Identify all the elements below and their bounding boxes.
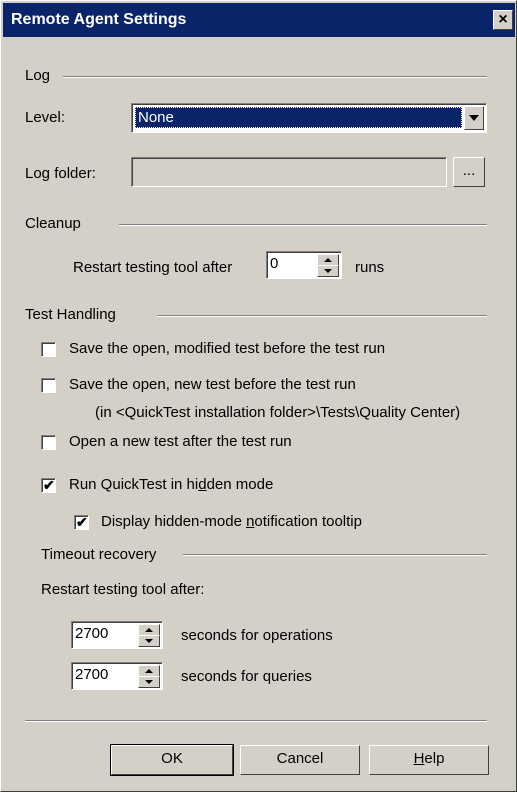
check-icon: ✔ xyxy=(43,477,55,493)
close-icon: × xyxy=(498,11,508,28)
notification-tooltip-checkbox[interactable]: ✔ xyxy=(74,514,89,530)
ok-button[interactable]: OK xyxy=(110,744,234,776)
close-button[interactable]: × xyxy=(493,10,513,30)
level-select[interactable]: None xyxy=(131,103,487,133)
level-select-value: None xyxy=(135,107,462,128)
queries-down-button[interactable] xyxy=(138,676,160,688)
spin-up-icon xyxy=(324,258,332,262)
log-folder-label: Log folder: xyxy=(25,165,96,182)
open-new-test-checkbox[interactable] xyxy=(41,435,56,450)
open-new-test-label: Open a new test after the test run xyxy=(69,433,292,450)
operations-down-button[interactable] xyxy=(138,635,160,647)
timeout-restart-label: Restart testing tool after: xyxy=(41,581,205,598)
cancel-button[interactable]: Cancel xyxy=(240,745,360,775)
runs-down-button[interactable] xyxy=(317,265,339,277)
help-button[interactable]: Help xyxy=(369,745,489,775)
log-section-label: Log xyxy=(25,67,51,84)
remote-agent-settings-dialog: Remote Agent Settings × Log Level: None … xyxy=(0,0,517,792)
test-handling-divider xyxy=(157,315,487,317)
bottom-divider xyxy=(25,720,487,722)
save-new-test-note: (in <QuickTest installation folder>\Test… xyxy=(95,404,461,421)
queries-timeout-spinner[interactable]: 2700 xyxy=(71,662,163,690)
title-bar[interactable]: Remote Agent Settings × xyxy=(3,3,515,37)
help-label: Help xyxy=(413,750,445,767)
level-dropdown-button[interactable] xyxy=(464,106,484,130)
timeout-section-label: Timeout recovery xyxy=(41,546,157,563)
level-label: Level: xyxy=(25,109,66,126)
queries-timeout-suffix: seconds for queries xyxy=(181,668,312,685)
operations-timeout-suffix: seconds for operations xyxy=(181,627,333,644)
ok-label: OK xyxy=(161,750,183,767)
cleanup-divider xyxy=(119,224,487,226)
save-new-test-label: Save the open, new test before the test … xyxy=(69,376,356,393)
save-modified-test-checkbox[interactable] xyxy=(41,342,56,357)
save-new-test-checkbox[interactable] xyxy=(41,378,56,393)
runs-spinner[interactable]: 0 xyxy=(266,251,342,279)
runs-suffix-label: runs xyxy=(355,259,385,276)
operations-timeout-value: 2700 xyxy=(75,625,109,642)
spin-down-icon xyxy=(145,680,153,684)
timeout-divider xyxy=(183,554,487,556)
window-title: Remote Agent Settings xyxy=(11,11,187,28)
browse-log-folder-button[interactable]: ... xyxy=(453,157,485,187)
queries-timeout-value: 2700 xyxy=(75,666,109,683)
hidden-mode-checkbox[interactable]: ✔ xyxy=(41,477,56,493)
check-icon: ✔ xyxy=(76,514,88,530)
cancel-label: Cancel xyxy=(276,750,324,767)
spin-down-icon xyxy=(145,639,153,643)
test-handling-section-label: Test Handling xyxy=(25,306,116,323)
hidden-mode-label: Run QuickTest in hidden mode xyxy=(69,476,274,493)
cleanup-section-label: Cleanup xyxy=(25,215,81,232)
runs-value: 0 xyxy=(270,255,279,272)
save-modified-test-label: Save the open, modified test before the … xyxy=(69,340,386,357)
spin-down-icon xyxy=(324,269,332,273)
browse-label: ... xyxy=(462,162,476,179)
cleanup-restart-label: Restart testing tool after xyxy=(73,259,233,276)
spin-up-icon xyxy=(145,628,153,632)
operations-timeout-spinner[interactable]: 2700 xyxy=(71,621,163,649)
notification-tooltip-label: Display hidden-mode notification tooltip xyxy=(101,513,362,530)
chevron-down-icon xyxy=(469,115,479,121)
log-folder-field[interactable] xyxy=(131,157,447,187)
spin-up-icon xyxy=(145,669,153,673)
log-divider xyxy=(63,76,487,78)
